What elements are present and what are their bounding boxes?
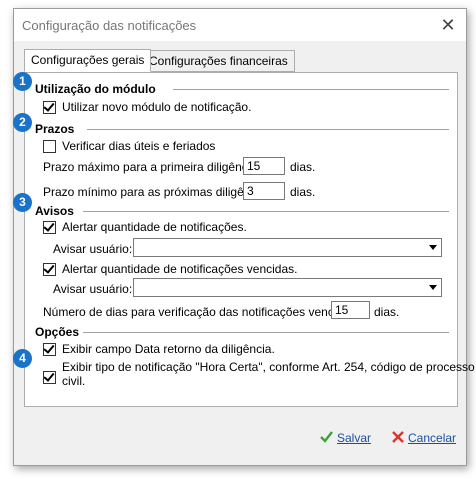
show-hora-certa-checkbox[interactable] — [43, 370, 56, 384]
show-return-date-label: Exibir campo Data retorno da diligência. — [62, 342, 275, 356]
business-days-checkbox[interactable] — [43, 140, 56, 153]
chevron-down-icon — [429, 245, 437, 250]
cancel-button[interactable]: Cancelar — [392, 428, 456, 448]
max-deadline-unit: dias. — [290, 160, 316, 174]
show-hora-certa-label-line1: Exibir tipo de notificação "Hora Certa",… — [62, 360, 475, 374]
alert-overdue-label: Alertar quantidade de notificações venci… — [62, 262, 298, 276]
show-return-date-checkbox[interactable] — [43, 342, 56, 356]
checkmark-icon — [320, 431, 333, 443]
tab-configuracoes-financeiras[interactable]: Configurações financeiras — [142, 50, 295, 72]
tab-configuracoes-gerais[interactable]: Configurações gerais — [24, 49, 152, 72]
min-deadline-label: Prazo mínimo para as próximas diligência… — [43, 185, 270, 199]
title-bar: Configuração das notificações ✕ — [14, 9, 466, 41]
callout-badge-4: 4 — [13, 349, 32, 368]
general-settings-panel: Utilização do módulo Utilizar novo módul… — [24, 72, 475, 407]
business-days-label: Verificar dias úteis e feriados — [62, 139, 216, 153]
section-divider — [83, 211, 449, 212]
window-title: Configuração das notificações — [22, 18, 197, 33]
section-title-avisos: Avisos — [35, 204, 74, 218]
overdue-days-label: Número de dias para verificação das noti… — [43, 305, 360, 319]
save-button-label: Salvar — [337, 431, 372, 445]
alert-notifications-label: Alertar quantidade de notificações. — [62, 220, 247, 234]
section-divider — [87, 129, 449, 130]
callout-badge-3: 3 — [13, 193, 32, 212]
overdue-days-input[interactable] — [331, 301, 370, 319]
alert-notifications-checkbox[interactable] — [43, 220, 56, 234]
notifications-config-dialog: Configuração das notificações ✕ Configur… — [13, 8, 475, 466]
use-new-module-label: Utilizar novo módulo de notificação. — [62, 100, 252, 114]
notify-user-select[interactable] — [133, 238, 442, 257]
use-new-module-checkbox[interactable] — [43, 100, 56, 114]
section-divider — [173, 89, 449, 90]
notify-user-overdue-label: Avisar usuário: — [53, 282, 133, 296]
tab-label: Configurações financeiras — [149, 54, 288, 68]
alert-overdue-checkbox[interactable] — [43, 262, 56, 276]
max-deadline-input[interactable] — [243, 157, 285, 175]
chevron-down-icon — [429, 285, 437, 290]
section-title-opcoes: Opções — [35, 325, 80, 339]
cross-icon — [392, 431, 404, 443]
cancel-button-label: Cancelar — [408, 431, 457, 445]
max-deadline-label: Prazo máximo para a primeira diligência: — [43, 160, 261, 174]
save-button[interactable]: Salvar — [320, 428, 371, 448]
callout-badge-2: 2 — [13, 113, 32, 132]
notify-user-label: Avisar usuário: — [53, 242, 133, 256]
tab-label: Configurações gerais — [31, 53, 145, 67]
section-title-modulo: Utilização do módulo — [35, 82, 156, 96]
close-icon[interactable]: ✕ — [436, 13, 460, 37]
section-divider — [83, 332, 449, 333]
section-title-prazos: Prazos — [35, 122, 75, 136]
min-deadline-unit: dias. — [290, 185, 316, 199]
notify-user-overdue-select[interactable] — [133, 278, 442, 297]
callout-badge-1: 1 — [13, 72, 32, 91]
overdue-days-unit: dias. — [374, 305, 400, 319]
min-deadline-input[interactable] — [243, 182, 285, 200]
show-hora-certa-label-line2: civil. — [62, 374, 86, 388]
